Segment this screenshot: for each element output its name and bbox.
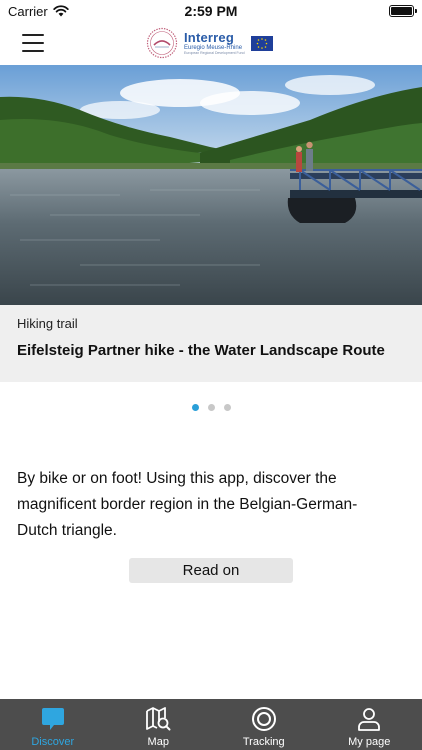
tab-discover[interactable]: Discover <box>0 699 106 750</box>
circular-seal-logo-icon <box>146 27 178 59</box>
hamburger-menu-icon[interactable] <box>22 34 44 52</box>
map-search-icon <box>146 707 171 731</box>
status-bar: Carrier 2:59 PM <box>0 0 422 22</box>
tab-label-my-page: My page <box>348 736 391 748</box>
page-dot-2[interactable] <box>207 404 215 411</box>
page-dot-3[interactable] <box>223 404 231 411</box>
user-icon <box>358 708 381 731</box>
status-left: Carrier <box>8 4 69 19</box>
intro-text: By bike or on foot! Using this app, disc… <box>17 470 358 539</box>
lake-landscape-image <box>0 65 422 305</box>
battery-fill <box>391 7 412 15</box>
battery-icon <box>389 5 417 17</box>
eu-flag-icon <box>250 35 273 51</box>
tab-map[interactable]: Map <box>106 699 212 750</box>
tab-label-map: Map <box>147 736 169 748</box>
speech-bubble-icon <box>41 708 64 730</box>
read-on-button[interactable]: Read on <box>129 558 293 583</box>
carousel-caption[interactable]: Hiking trail Eifelsteig Partner hike - t… <box>0 305 422 382</box>
target-icon <box>251 707 276 731</box>
logo-fine-print: European Regional Development Fund <box>184 50 245 55</box>
tab-my-page[interactable]: My page <box>317 699 422 750</box>
slide-title: Eifelsteig Partner hike - the Water Land… <box>17 342 385 359</box>
tab-label-tracking: Tracking <box>242 736 285 748</box>
logo-subtitle: Euregio Meuse-Rhine <box>184 44 243 51</box>
hero-image-lake[interactable] <box>0 65 422 305</box>
app-logo: Interreg Euregio Meuse-Rhine European Re… <box>146 27 273 59</box>
slide-type-label: Hiking trail <box>17 316 78 331</box>
page-dot-1[interactable] <box>191 404 199 411</box>
app-header: Interreg Euregio Meuse-Rhine European Re… <box>0 22 422 65</box>
carrier-label: Carrier <box>8 3 48 19</box>
tab-tracking[interactable]: Tracking <box>211 699 317 750</box>
carousel-page-indicator <box>0 404 422 411</box>
logo-title: Interreg <box>184 29 235 45</box>
bottom-tab-bar: Discover Map Tracking My page <box>0 699 422 750</box>
interreg-logo-text: Interreg Euregio Meuse-Rhine European Re… <box>184 31 245 56</box>
wifi-icon <box>53 5 69 17</box>
tab-label-discover: Discover <box>31 736 75 748</box>
